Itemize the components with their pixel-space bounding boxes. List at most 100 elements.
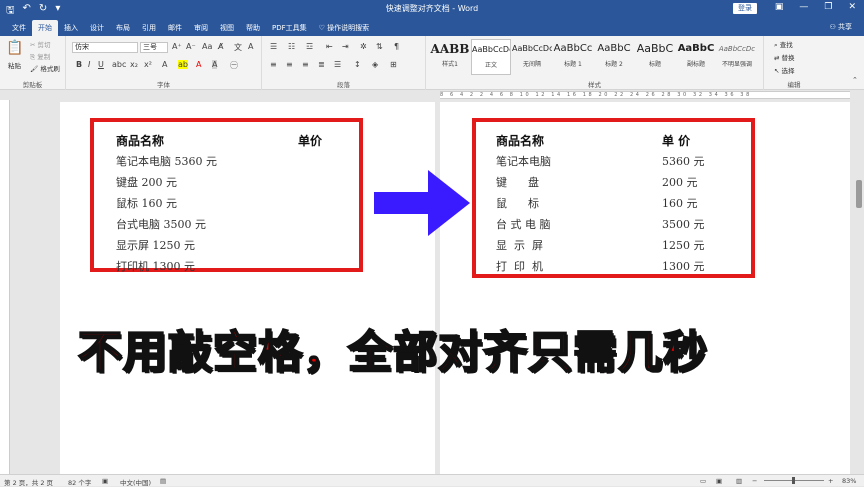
style-item[interactable]: AaBbC 标题 bbox=[635, 39, 675, 75]
minimize-icon[interactable]: — bbox=[799, 2, 808, 12]
align-center-icon[interactable]: ≡ bbox=[286, 60, 293, 69]
superscript-icon[interactable]: x² bbox=[144, 60, 152, 69]
ribbon-display-icon[interactable]: ▣ bbox=[775, 2, 784, 12]
tab-mailings[interactable]: 邮件 bbox=[162, 20, 188, 36]
style-item[interactable]: AaBbCcDc 不明显强调 bbox=[717, 39, 757, 75]
scissors-icon: ✂ bbox=[30, 41, 38, 49]
right-row-name: 打 印 机 bbox=[496, 260, 543, 273]
paste-icon[interactable]: 📋 bbox=[6, 40, 23, 56]
right-row-price: 160 元 bbox=[662, 197, 698, 210]
numbering-icon[interactable]: ☷ bbox=[288, 42, 295, 51]
change-case-icon[interactable]: Aa bbox=[202, 42, 212, 51]
tab-view[interactable]: 视图 bbox=[214, 20, 240, 36]
tab-file[interactable]: 文件 bbox=[6, 20, 32, 36]
grow-font-icon[interactable]: A⁺ bbox=[172, 42, 182, 51]
font-size-select[interactable]: 三号 bbox=[140, 42, 168, 53]
share-button[interactable]: ⚇ 共享 bbox=[829, 22, 852, 32]
bold-icon[interactable]: B bbox=[76, 60, 82, 69]
format-painter-button[interactable]: 🖌 格式刷 bbox=[30, 63, 60, 73]
paste-button[interactable]: 粘贴 bbox=[8, 60, 21, 70]
show-marks-icon[interactable]: ¶ bbox=[394, 42, 399, 51]
enclose-char-icon[interactable]: ㊀ bbox=[230, 60, 238, 71]
left-header-name: 商品名称 bbox=[116, 134, 165, 148]
web-layout-icon[interactable]: ▥ bbox=[736, 477, 742, 485]
tab-home[interactable]: 开始 bbox=[32, 20, 58, 36]
style-name: 无间隔 bbox=[522, 61, 541, 68]
zoom-out-icon[interactable]: − bbox=[752, 477, 757, 485]
macro-icon[interactable]: ▤ bbox=[160, 477, 166, 485]
zoom-in-icon[interactable]: + bbox=[828, 477, 833, 485]
shrink-font-icon[interactable]: A⁻ bbox=[186, 42, 196, 51]
char-border-icon[interactable]: A bbox=[248, 42, 253, 51]
style-item[interactable]: AaBbC 副标题 bbox=[676, 39, 716, 75]
copy-button[interactable]: ⎘ 复制 bbox=[30, 51, 50, 62]
justify-icon[interactable]: ≣ bbox=[318, 60, 325, 69]
tab-insert[interactable]: 插入 bbox=[58, 20, 84, 36]
window-controls: ▣ — ❐ ✕ bbox=[775, 2, 856, 12]
style-item[interactable]: AaBbC 标题 2 bbox=[594, 39, 634, 75]
strikethrough-icon[interactable]: abc bbox=[112, 60, 126, 69]
style-item[interactable]: AABB 样式1 bbox=[430, 39, 470, 75]
vertical-scrollbar[interactable] bbox=[854, 100, 864, 474]
zoom-level[interactable]: 83% bbox=[842, 477, 856, 485]
replace-button[interactable]: ⇄ 替换 bbox=[774, 52, 795, 62]
style-item[interactable]: AaBbCcDc 无间隔 bbox=[512, 39, 552, 75]
decrease-indent-icon[interactable]: ⇤ bbox=[326, 42, 333, 51]
read-mode-icon[interactable]: ▭ bbox=[700, 477, 706, 485]
select-button[interactable]: ↖ 选择 bbox=[774, 65, 795, 75]
zoom-slider-knob[interactable] bbox=[792, 477, 795, 484]
proofing-icon[interactable]: ▣ bbox=[102, 477, 108, 485]
line-spacing-icon[interactable]: ↕ bbox=[354, 60, 361, 69]
chinese-layout-icon[interactable]: ✲ bbox=[360, 42, 367, 51]
phonetic-guide-icon[interactable]: 文 bbox=[234, 42, 242, 53]
right-header-price: 单 价 bbox=[662, 134, 691, 148]
multilevel-list-icon[interactable]: ☲ bbox=[306, 42, 313, 51]
style-item[interactable]: AaBbCc 标题 1 bbox=[553, 39, 593, 75]
borders-icon[interactable]: ⊞ bbox=[390, 60, 397, 69]
lightbulb-icon: ♡ bbox=[318, 24, 328, 32]
subscript-icon[interactable]: x₂ bbox=[130, 60, 138, 69]
tab-design[interactable]: 设计 bbox=[84, 20, 110, 36]
print-layout-icon[interactable]: ▣ bbox=[716, 477, 722, 485]
increase-indent-icon[interactable]: ⇥ bbox=[342, 42, 349, 51]
find-button[interactable]: ⌕ 查找 bbox=[774, 39, 793, 50]
tab-review[interactable]: 审阅 bbox=[188, 20, 214, 36]
align-left-icon[interactable]: ≡ bbox=[270, 60, 277, 69]
style-item[interactable]: AaBbCcDc 正文 bbox=[471, 39, 511, 75]
clear-format-icon[interactable]: A̸ bbox=[218, 42, 223, 51]
style-name: 标题 bbox=[648, 61, 661, 68]
text-effects-icon[interactable]: A bbox=[162, 60, 167, 69]
underline-icon[interactable]: U bbox=[98, 60, 104, 69]
cut-button[interactable]: ✂ 剪切 bbox=[30, 39, 51, 49]
right-row-price: 200 元 bbox=[662, 176, 698, 189]
restore-icon[interactable]: ❐ bbox=[824, 2, 832, 12]
right-row-name: 台 式 电 脑 bbox=[496, 218, 551, 231]
horizontal-ruler: 8 6 4 2 2 4 6 8 10 12 14 16 18 20 22 24 … bbox=[0, 90, 864, 100]
status-bar: 第 2 页，共 2 页 82 个字 ▣ 中文(中国) ▤ ▭ ▣ ▥ − + 8… bbox=[0, 474, 864, 487]
tab-layout[interactable]: 布局 bbox=[110, 20, 136, 36]
font-color-icon[interactable]: A bbox=[196, 60, 201, 69]
tell-me-label: 操作说明搜索 bbox=[327, 24, 370, 32]
align-right-icon[interactable]: ≡ bbox=[302, 60, 309, 69]
tab-pdf-tools[interactable]: PDF工具集 bbox=[266, 20, 313, 36]
highlight-icon[interactable]: ab bbox=[178, 60, 188, 69]
bullets-icon[interactable]: ☰ bbox=[270, 42, 277, 51]
collapse-ribbon-icon[interactable]: ⌃ bbox=[852, 76, 858, 84]
italic-icon[interactable]: I bbox=[88, 60, 90, 69]
style-preview: AaBbC bbox=[677, 43, 715, 54]
right-row-price: 3500 元 bbox=[662, 218, 705, 231]
style-preview: AaBbCcDc bbox=[472, 45, 510, 54]
shading-icon[interactable]: ◈ bbox=[372, 60, 378, 69]
font-family-select[interactable]: 仿宋 bbox=[72, 42, 138, 53]
tab-references[interactable]: 引用 bbox=[136, 20, 162, 36]
close-icon[interactable]: ✕ bbox=[848, 2, 856, 12]
editing-group-label: 编辑 bbox=[787, 81, 801, 89]
scrollbar-thumb[interactable] bbox=[856, 180, 862, 208]
tell-me-search[interactable]: ♡ 操作说明搜索 bbox=[313, 20, 376, 36]
select-label: 选择 bbox=[781, 67, 795, 75]
distributed-icon[interactable]: ☰ bbox=[334, 60, 341, 69]
char-shading-icon[interactable]: A bbox=[212, 60, 218, 69]
tab-help[interactable]: 帮助 bbox=[240, 20, 266, 36]
sort-icon[interactable]: ⇅ bbox=[376, 42, 383, 51]
login-button[interactable]: 登录 bbox=[733, 3, 757, 14]
